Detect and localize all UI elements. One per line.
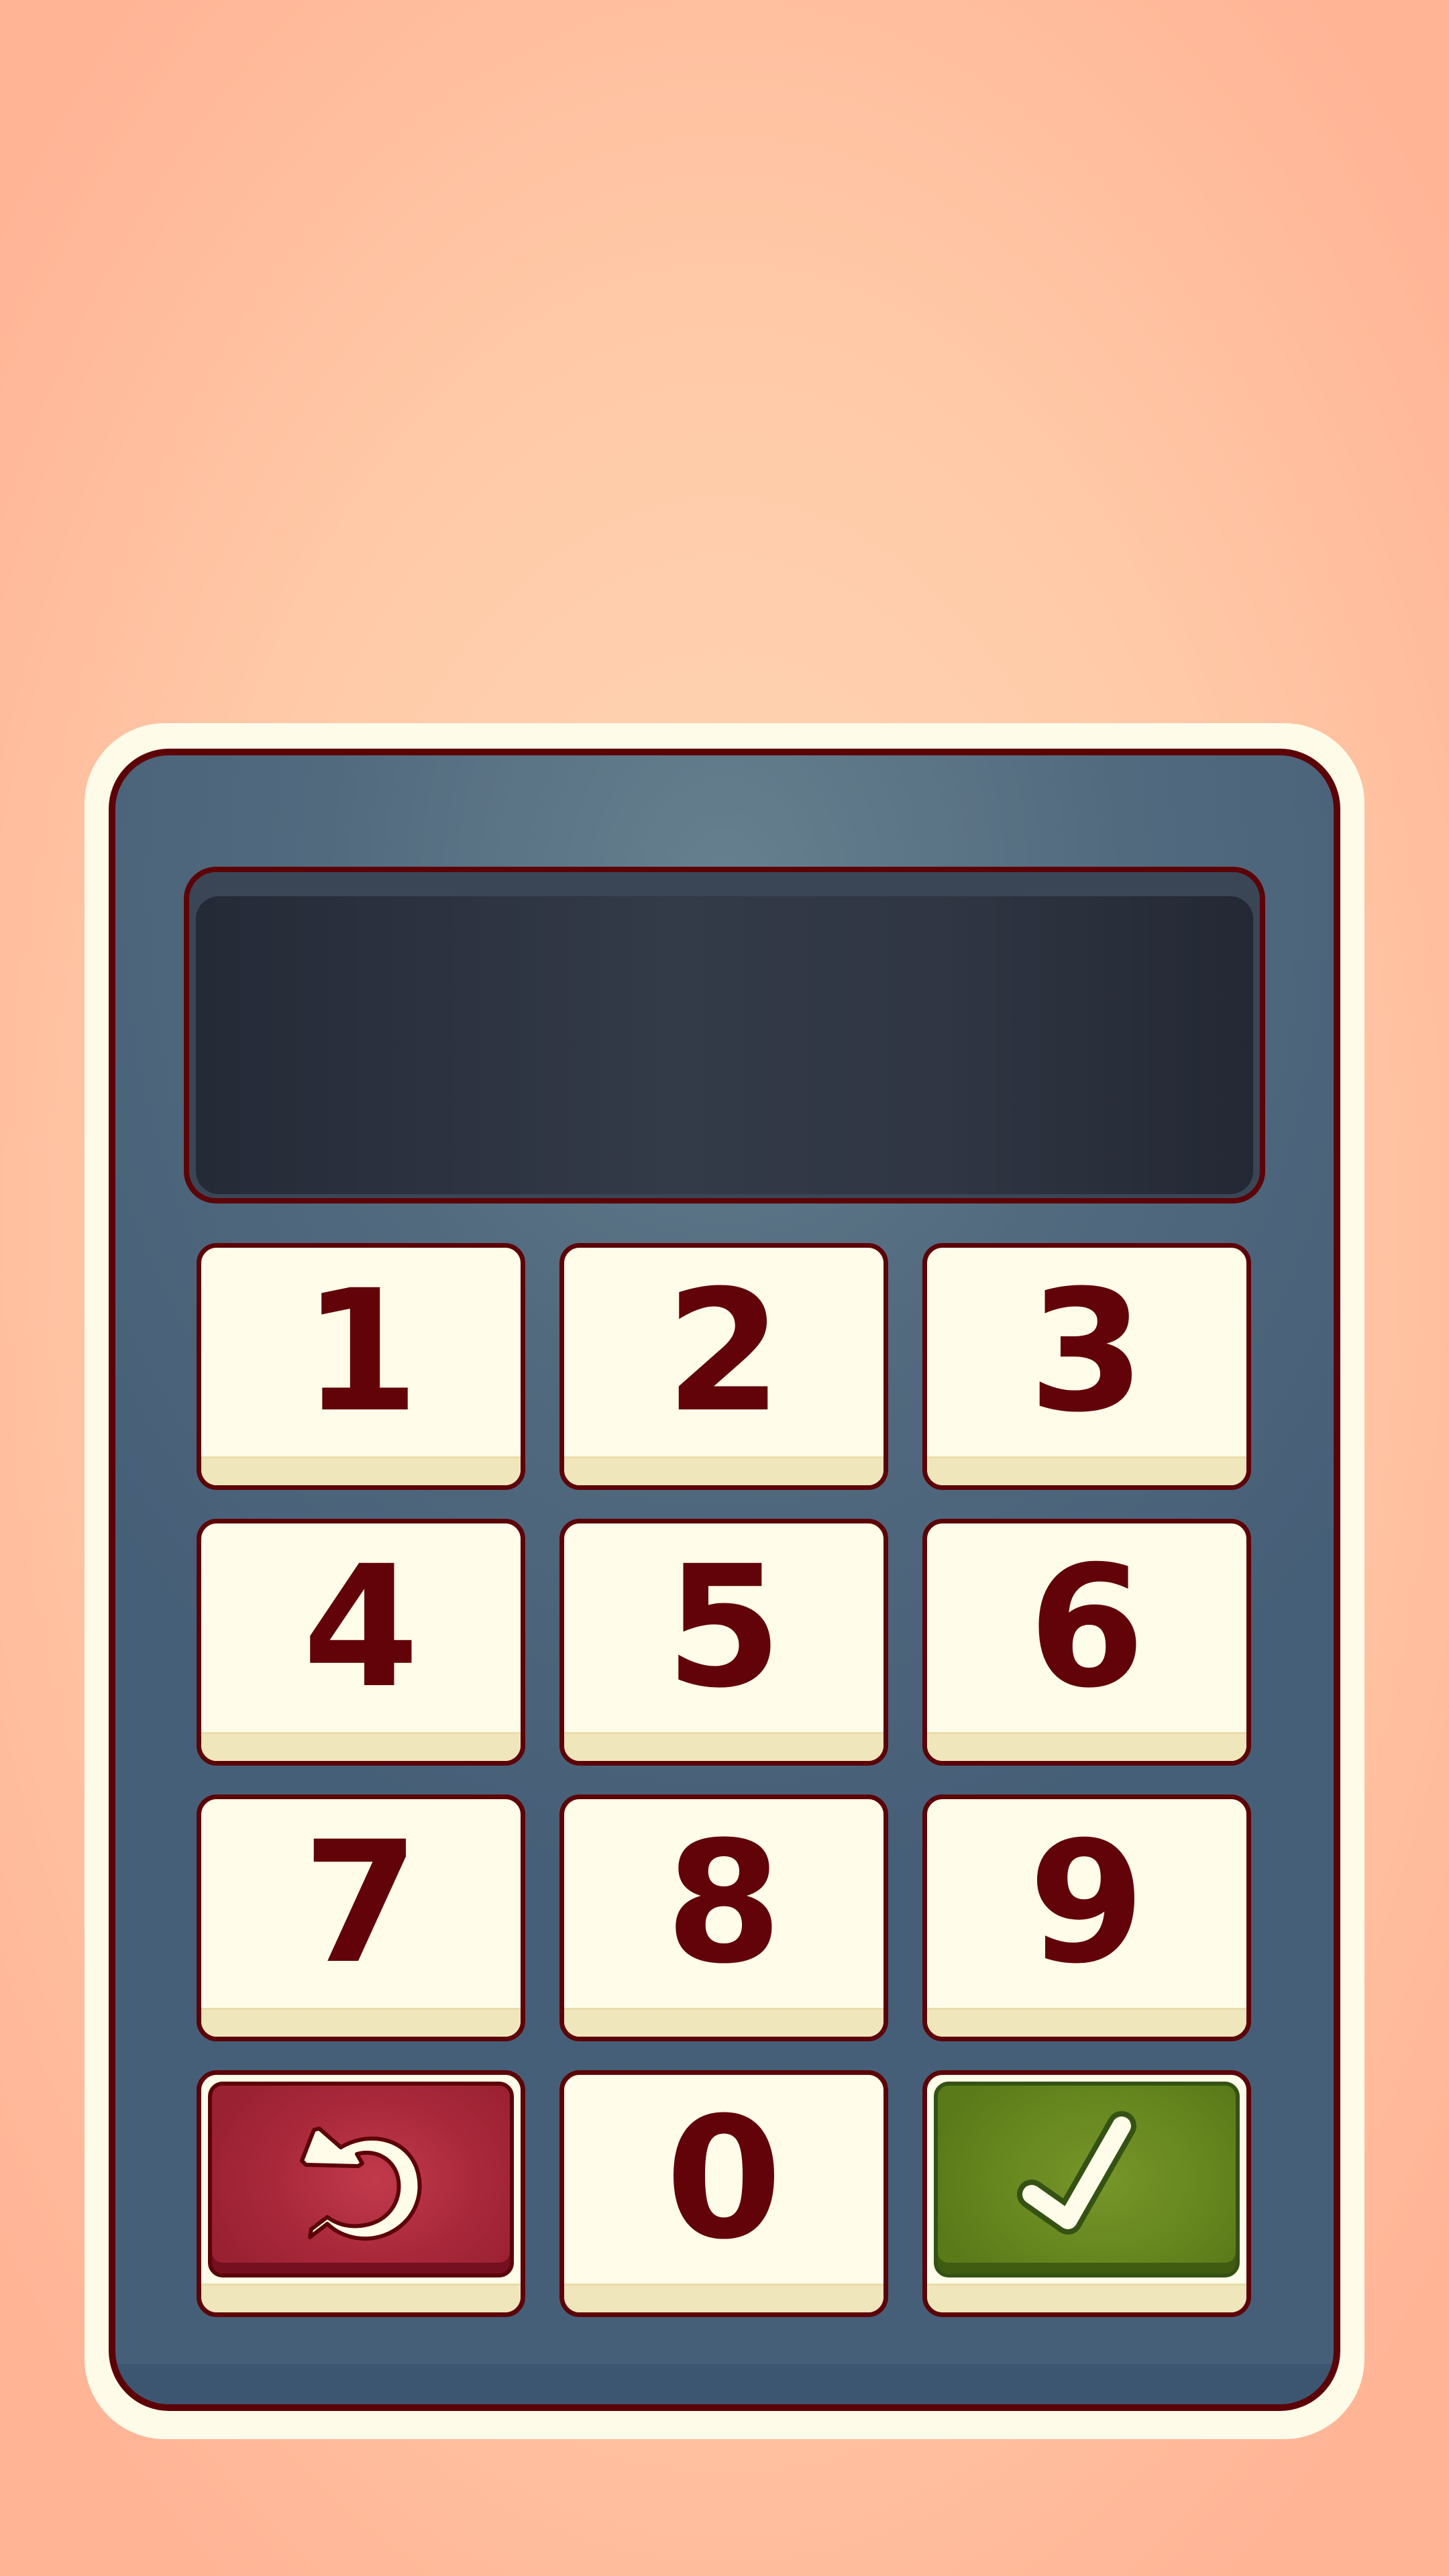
key-2[interactable]: 2 [559, 1243, 888, 1490]
confirm-button-face [934, 2082, 1240, 2277]
key-1[interactable]: 1 [197, 1243, 525, 1490]
key-7-label: 7 [303, 1805, 419, 2000]
key-7[interactable]: 7 [197, 1794, 525, 2041]
key-3[interactable]: 3 [922, 1243, 1251, 1490]
key-0[interactable]: 0 [559, 2070, 888, 2317]
key-6-label: 6 [1028, 1529, 1145, 1725]
key-3-label: 3 [1028, 1254, 1145, 1449]
display-value [196, 896, 1253, 1194]
key-0-label: 0 [665, 2081, 782, 2276]
key-5[interactable]: 5 [559, 1519, 888, 1766]
key-2-label: 2 [665, 1254, 782, 1449]
key-1-label: 1 [303, 1254, 419, 1449]
key-8[interactable]: 8 [559, 1794, 888, 2041]
undo-arrow-icon [300, 2127, 422, 2241]
clear-button-face [208, 2082, 514, 2277]
clear-button[interactable] [197, 2070, 525, 2317]
keypad-display [184, 867, 1265, 1203]
key-9-label: 9 [1028, 1805, 1145, 2000]
key-8-label: 8 [665, 1805, 782, 2000]
key-6[interactable]: 6 [922, 1519, 1251, 1766]
key-4[interactable]: 4 [197, 1519, 525, 1766]
key-5-label: 5 [665, 1529, 782, 1725]
key-9[interactable]: 9 [922, 1794, 1251, 2041]
display-screen [196, 896, 1253, 1194]
checkmark-icon [1017, 2111, 1136, 2235]
key-4-label: 4 [303, 1529, 419, 1725]
confirm-button[interactable] [922, 2070, 1251, 2317]
housing-bottom-rim [115, 2364, 1334, 2404]
